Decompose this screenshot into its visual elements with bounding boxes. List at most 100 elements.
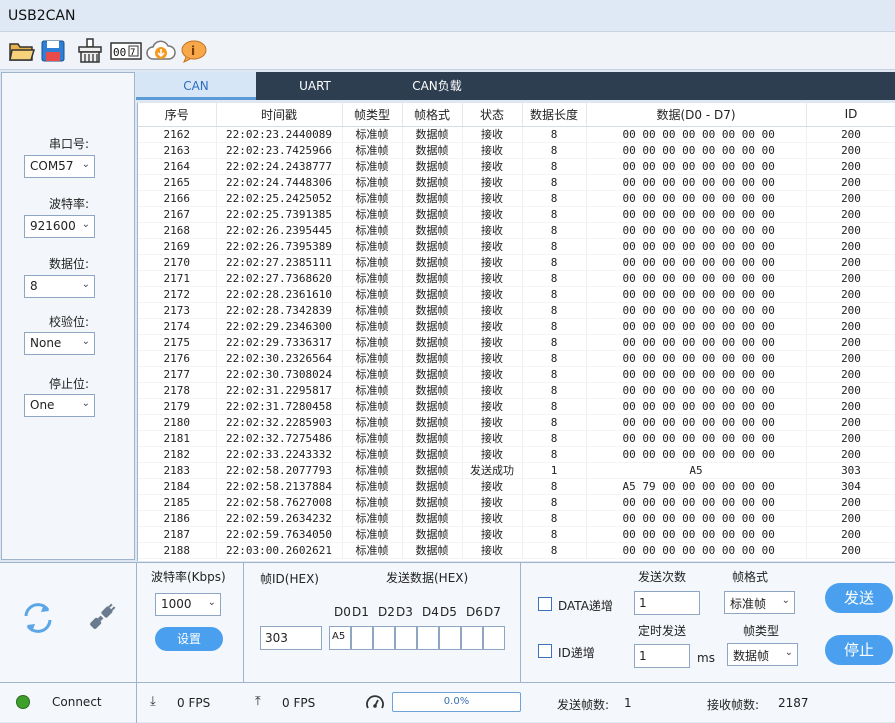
plug-disconnect-icon[interactable] xyxy=(84,599,120,638)
table-header: 序号 时间戳 帧类型 帧格式 状态 数据长度 数据(D0 - D7) ID xyxy=(138,103,895,127)
table-row[interactable]: 2183 22:02:58.2077793 标准帧 数据帧 发送成功 1 A5 303 xyxy=(138,462,895,479)
table-row[interactable]: 2187 22:02:59.7634050 标准帧 数据帧 接收 8 00 00 00 00… xyxy=(138,526,895,543)
table-row[interactable]: 2162 22:02:23.2440089 标准帧 数据帧 接收 8 00 00 00 00… xyxy=(138,126,895,143)
table-row[interactable]: 2178 22:02:31.2295817 标准帧 数据帧 接收 8 00 00 00 00… xyxy=(138,382,895,399)
table-row[interactable]: 2171 22:02:27.7368620 标准帧 数据帧 接收 8 00 00 00 00… xyxy=(138,270,895,287)
table-row[interactable]: 2173 22:02:28.7342839 标准帧 数据帧 接收 8 00 00 00 00… xyxy=(138,302,895,319)
serial-settings-panel: 串口号: COM57 ⌄ 波特率: 921600 ⌄ 数据位: 8 ⌄ 校验位: No… xyxy=(1,72,135,560)
table-row[interactable]: 2167 22:02:25.7391385 标准帧 数据帧 接收 8 00 00 00 00… xyxy=(138,206,895,223)
control-area: 波特率(Kbps) 1000 ⌄ 设置 帧ID(HEX) 发送数据(HEX) D0… xyxy=(0,562,895,683)
tab-can[interactable]: CAN xyxy=(136,72,256,100)
stopbits-value: One xyxy=(30,398,55,412)
table-cell: 数据帧 xyxy=(402,254,463,271)
frame-format-select[interactable]: 标准帧 ⌄ xyxy=(724,591,795,614)
info-icon[interactable]: i xyxy=(180,37,208,65)
send-button[interactable]: 发送 xyxy=(825,583,893,613)
download-cloud-icon[interactable] xyxy=(146,37,176,65)
table-row[interactable]: 2176 22:02:30.2326564 标准帧 数据帧 接收 8 00 00 00 00… xyxy=(138,350,895,367)
byte-input-d4[interactable] xyxy=(417,626,439,650)
connect-label[interactable]: Connect xyxy=(52,695,102,709)
table-cell: 标准帧 xyxy=(342,174,403,191)
table-cell: 标准帧 xyxy=(342,222,403,239)
col-timestamp[interactable]: 时间戳 xyxy=(216,103,343,127)
parity-select[interactable]: None ⌄ xyxy=(24,332,95,355)
table-row[interactable]: 2174 22:02:29.2346300 标准帧 数据帧 接收 8 00 00 00 00… xyxy=(138,318,895,335)
table-cell: 00 00 00 00 00 00 00 00 xyxy=(586,142,807,159)
databits-value: 8 xyxy=(30,279,38,293)
byte-input-d1[interactable] xyxy=(351,626,373,650)
table-row[interactable]: 2165 22:02:24.7448306 标准帧 数据帧 接收 8 00 00 00 00… xyxy=(138,174,895,191)
set-button[interactable]: 设置 xyxy=(155,627,223,651)
send-data-section: 帧ID(HEX) 发送数据(HEX) D0 D1 D2 D3 D4 D5 D6 D7 303 … xyxy=(244,563,521,683)
table-row[interactable]: 2168 22:02:26.2395445 标准帧 数据帧 接收 8 00 00 00 00… xyxy=(138,222,895,239)
id-increment-checkbox[interactable] xyxy=(538,644,552,658)
table-row[interactable]: 2179 22:02:31.7280458 标准帧 数据帧 接收 8 00 00 00 00… xyxy=(138,398,895,415)
byte-input-d2[interactable] xyxy=(373,626,395,650)
frame-table[interactable]: 序号 时间戳 帧类型 帧格式 状态 数据长度 数据(D0 - D7) ID 2162 22:02… xyxy=(137,103,895,561)
stopbits-select[interactable]: One ⌄ xyxy=(24,394,95,417)
table-cell: 22:02:32.7275486 xyxy=(216,430,343,447)
table-row[interactable]: 2180 22:02:32.2285903 标准帧 数据帧 接收 8 00 00 00 00… xyxy=(138,414,895,431)
col-data[interactable]: 数据(D0 - D7) xyxy=(586,103,807,127)
tab-can-load[interactable]: CAN负载 xyxy=(374,72,500,100)
frame-id-input[interactable]: 303 xyxy=(260,626,322,650)
table-cell: 标准帧 xyxy=(342,398,403,415)
table-row[interactable]: 2177 22:02:30.7308024 标准帧 数据帧 接收 8 00 00 00 00… xyxy=(138,366,895,383)
table-cell: 200 xyxy=(806,302,895,319)
table-cell: 8 xyxy=(522,270,587,287)
col-seq[interactable]: 序号 xyxy=(138,103,217,127)
send-count-input[interactable]: 1 xyxy=(634,591,700,615)
table-row[interactable]: 2182 22:02:33.2243332 标准帧 数据帧 接收 8 00 00 00 00… xyxy=(138,446,895,463)
baud-label: 波特率: xyxy=(48,197,90,211)
table-row[interactable]: 2170 22:02:27.2385111 标准帧 数据帧 接收 8 00 00 00 00… xyxy=(138,254,895,271)
databits-select[interactable]: 8 ⌄ xyxy=(24,275,95,298)
table-cell: 22:02:31.7280458 xyxy=(216,398,343,415)
open-folder-icon[interactable] xyxy=(8,37,36,65)
can-baud-value: 1000 xyxy=(161,597,192,611)
timer-input[interactable]: 1 xyxy=(634,644,690,668)
table-cell: 8 xyxy=(522,350,587,367)
table-row[interactable]: 2181 22:02:32.7275486 标准帧 数据帧 接收 8 00 00 00 00… xyxy=(138,430,895,447)
stop-button[interactable]: 停止 xyxy=(825,635,893,665)
table-row[interactable]: 2184 22:02:58.2137884 标准帧 数据帧 接收 8 A5 79 00 00… xyxy=(138,478,895,495)
table-row[interactable]: 2172 22:02:28.2361610 标准帧 数据帧 接收 8 00 00 00 00… xyxy=(138,286,895,303)
table-row[interactable]: 2175 22:02:29.7336317 标准帧 数据帧 接收 8 00 00 00 00… xyxy=(138,334,895,351)
table-row[interactable]: 2163 22:02:23.7425966 标准帧 数据帧 接收 8 00 00 00 00… xyxy=(138,142,895,159)
table-row[interactable]: 2169 22:02:26.7395389 标准帧 数据帧 接收 8 00 00 00 00… xyxy=(138,238,895,255)
save-icon[interactable] xyxy=(39,37,67,65)
col-status[interactable]: 状态 xyxy=(462,103,523,127)
chevron-down-icon: ⌄ xyxy=(207,597,216,608)
byte-input-d5[interactable] xyxy=(439,626,461,650)
table-cell: 00 00 00 00 00 00 00 00 xyxy=(586,494,807,511)
col-id[interactable]: ID xyxy=(806,103,895,127)
table-row[interactable]: 2164 22:02:24.2438777 标准帧 数据帧 接收 8 00 00 00 00… xyxy=(138,158,895,175)
col-frame-type[interactable]: 帧类型 xyxy=(342,103,403,127)
baud-select[interactable]: 921600 ⌄ xyxy=(24,215,95,238)
frame-type-select[interactable]: 数据帧 ⌄ xyxy=(727,643,798,666)
tab-uart[interactable]: UART xyxy=(256,72,374,100)
data-increment-checkbox[interactable] xyxy=(538,597,552,611)
refresh-icon[interactable] xyxy=(20,601,56,638)
counter-icon[interactable]: 00 7 xyxy=(110,37,142,65)
table-cell: 00 00 00 00 00 00 00 00 xyxy=(586,206,807,223)
parity-label: 校验位: xyxy=(48,315,90,329)
byte-input-d7[interactable] xyxy=(483,626,505,650)
table-row[interactable]: 2188 22:03:00.2602621 标准帧 数据帧 接收 8 00 00 00 00… xyxy=(138,542,895,559)
col-data-length[interactable]: 数据长度 xyxy=(522,103,587,127)
clear-icon[interactable] xyxy=(76,37,104,65)
byte-input-d3[interactable] xyxy=(395,626,417,650)
table-cell: 304 xyxy=(806,478,895,495)
port-select[interactable]: COM57 ⌄ xyxy=(24,155,95,178)
table-row[interactable]: 2166 22:02:25.2425052 标准帧 数据帧 接收 8 00 00 00 00… xyxy=(138,190,895,207)
byte-input-d6[interactable] xyxy=(461,626,483,650)
frame-format-label: 帧格式 xyxy=(732,570,769,584)
table-row[interactable]: 2186 22:02:59.2634232 标准帧 数据帧 接收 8 00 00 00 00… xyxy=(138,510,895,527)
table-cell: 接收 xyxy=(462,238,523,255)
table-cell: 接收 xyxy=(462,286,523,303)
byte-input-d0[interactable]: A5 xyxy=(329,626,351,650)
table-row[interactable]: 2185 22:02:58.7627008 标准帧 数据帧 接收 8 00 00 00 00… xyxy=(138,494,895,511)
col-frame-format[interactable]: 帧格式 xyxy=(402,103,463,127)
table-cell: 接收 xyxy=(462,270,523,287)
table-cell: 标准帧 xyxy=(342,254,403,271)
can-baud-select[interactable]: 1000 ⌄ xyxy=(155,593,221,616)
